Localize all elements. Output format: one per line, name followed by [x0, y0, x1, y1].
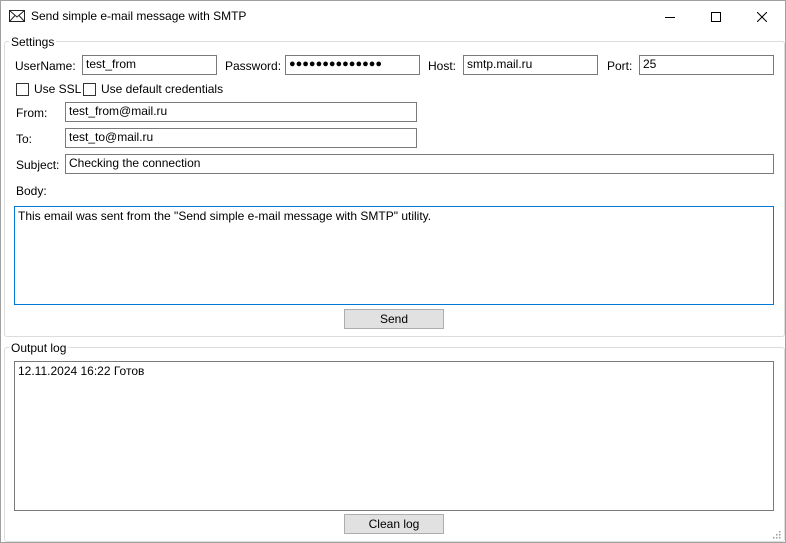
close-button[interactable]	[739, 1, 785, 32]
password-label: Password:	[225, 59, 282, 73]
port-label: Port:	[607, 59, 633, 73]
host-field[interactable]: smtp.mail.ru	[463, 55, 598, 75]
username-field[interactable]: test_from	[82, 55, 217, 75]
client-area: Settings UserName: test_from Password: ●…	[1, 32, 785, 542]
use-default-credentials-checkbox[interactable]	[83, 83, 96, 96]
host-label: Host:	[428, 59, 457, 73]
from-field[interactable]: test_from@mail.ru	[65, 102, 417, 122]
port-field[interactable]: 25	[639, 55, 774, 75]
subject-field[interactable]: Checking the connection	[65, 154, 774, 174]
minimize-button[interactable]	[647, 1, 693, 32]
settings-group-title: Settings	[9, 35, 57, 49]
app-window: Send simple e-mail message with SMTP Set…	[0, 0, 786, 543]
output-log-group-title: Output log	[9, 341, 69, 355]
envelope-icon	[9, 10, 25, 22]
title-bar[interactable]: Send simple e-mail message with SMTP	[1, 1, 785, 32]
username-label: UserName:	[15, 59, 76, 73]
body-textarea[interactable]: This email was sent from the "Send simpl…	[14, 206, 774, 305]
output-log-textarea[interactable]: 12.11.2024 16:22 Готов	[14, 361, 774, 511]
subject-label: Subject:	[16, 158, 60, 172]
use-ssl-label[interactable]: Use SSL	[34, 82, 81, 96]
use-ssl-checkbox[interactable]	[16, 83, 29, 96]
window-title: Send simple e-mail message with SMTP	[31, 9, 247, 23]
to-label: To:	[16, 132, 33, 146]
to-field[interactable]: test_to@mail.ru	[65, 128, 417, 148]
maximize-button[interactable]	[693, 1, 739, 32]
clean-log-button[interactable]: Clean log	[344, 514, 444, 534]
password-field[interactable]: ●●●●●●●●●●●●●●	[285, 55, 420, 75]
send-button[interactable]: Send	[344, 309, 444, 329]
from-label: From:	[16, 106, 48, 120]
close-icon	[757, 11, 767, 22]
minimize-icon	[665, 16, 675, 18]
use-default-credentials-label[interactable]: Use default credentials	[101, 82, 223, 96]
body-label: Body:	[16, 184, 47, 198]
resize-grip-icon[interactable]	[771, 529, 781, 539]
maximize-icon	[711, 11, 721, 22]
